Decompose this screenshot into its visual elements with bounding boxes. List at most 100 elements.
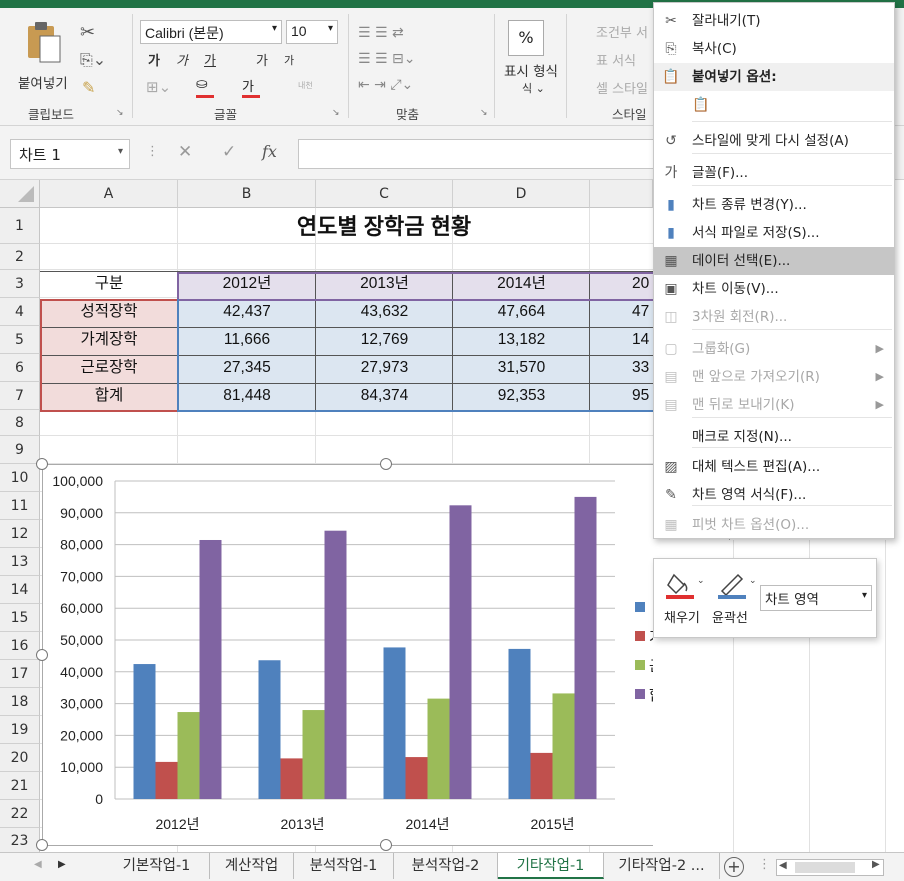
bold-button[interactable]: 가 (148, 50, 160, 69)
scroll-left-arrow-icon[interactable]: ◀ (779, 860, 787, 871)
menu-item-chart-type[interactable]: ▮ 차트 종류 변경(Y)... (654, 191, 894, 219)
menu-item-scissors[interactable]: ✂ 잘라내기(T) (654, 7, 894, 35)
scrollbar-thumb[interactable] (795, 862, 855, 873)
row-header[interactable]: 4 (0, 298, 40, 326)
resize-handle[interactable] (380, 458, 392, 470)
scroll-left-icon[interactable]: ◀ (34, 859, 42, 870)
sheet-tab[interactable]: 기타작업-2 ... (604, 853, 720, 879)
menu-item-select-data[interactable]: ▦ 데이터 선택(E)... (654, 247, 894, 275)
scroll-right-arrow-icon[interactable]: ▶ (872, 859, 880, 870)
menu-item-font[interactable]: 가 글꼴(F)... (654, 159, 894, 187)
conditional-format-button[interactable]: 조건부 서 (596, 22, 648, 41)
reset-style-icon: ↺ (665, 133, 677, 149)
row-header[interactable]: 23 (0, 828, 40, 854)
sheet-tab[interactable]: 기본작업-1 (104, 853, 210, 879)
row-header[interactable]: 3 (0, 270, 40, 298)
paste-button[interactable]: 붙여넣기 (10, 16, 78, 100)
fill-button[interactable]: ⌄ 채우기 (658, 567, 708, 627)
cell-styles-button[interactable]: 셀 스타일 (596, 78, 648, 97)
grow-font-button[interactable]: 가 (256, 50, 268, 69)
resize-handle[interactable] (36, 649, 48, 661)
column-header-d[interactable]: D (453, 180, 590, 208)
column-header-c[interactable]: C (316, 180, 453, 208)
outline-button[interactable]: ⌄ 윤곽선 (710, 567, 760, 627)
sheet-tab[interactable]: 기타작업-1 (498, 853, 604, 879)
sheet-tab[interactable]: 분석작업-2 (394, 853, 498, 879)
menu-item-alt-text[interactable]: ▨ 대체 텍스트 편집(A)... (654, 453, 894, 481)
underline-button[interactable]: 가 (204, 50, 216, 69)
bar-성적장학 (508, 648, 531, 799)
column-header-a[interactable]: A (40, 180, 178, 208)
row-header[interactable]: 17 (0, 660, 40, 688)
row-header[interactable]: 16 (0, 632, 40, 660)
dialog-launcher-icon[interactable]: ↘ (480, 108, 488, 118)
resize-handle[interactable] (380, 839, 392, 851)
row-header[interactable]: 18 (0, 688, 40, 716)
border-icon[interactable]: ⊞⌄ (146, 78, 171, 96)
resize-handle[interactable] (36, 458, 48, 470)
italic-button[interactable]: 가 (176, 50, 188, 69)
sheet-tab[interactable]: 계산작업 (210, 853, 294, 879)
cancel-icon[interactable]: ✕ (178, 142, 192, 162)
name-box[interactable]: 차트 1 ▾ (10, 139, 130, 169)
number-format-button[interactable]: 표시 형식 (504, 60, 558, 80)
row-header[interactable]: 11 (0, 492, 40, 520)
menu-item-paste-option[interactable]: 📋 (654, 91, 894, 125)
row-header[interactable]: 2 (0, 244, 40, 270)
chevron-down-icon: ▾ (117, 146, 123, 157)
menu-item-save-template[interactable]: ▮ 서식 파일로 저장(S)... (654, 219, 894, 247)
dialog-launcher-icon[interactable]: ↘ (332, 108, 340, 118)
row-header[interactable]: 8 (0, 410, 40, 436)
row-header[interactable]: 7 (0, 382, 40, 410)
menu-item-move-chart[interactable]: ▣ 차트 이동(V)... (654, 275, 894, 303)
chart-area[interactable]: 100,000 90,000 80,000 70,000 60,000 50,000 40,… (42, 464, 730, 846)
sheet-tab[interactable]: 분석작업-1 (294, 853, 394, 879)
format-painter-icon[interactable]: ✎ (82, 78, 95, 97)
row-header[interactable]: 12 (0, 520, 40, 548)
row-header[interactable]: 13 (0, 548, 40, 576)
row-header[interactable]: 14 (0, 576, 40, 604)
more-icon: ⋮ (146, 144, 159, 159)
menu-item-assign-macro[interactable]: 매크로 지정(N)... (654, 423, 894, 451)
shrink-font-button[interactable]: 가 (284, 52, 294, 68)
row-header[interactable]: 15 (0, 604, 40, 632)
row-header[interactable]: 6 (0, 354, 40, 382)
formula-input[interactable] (298, 139, 658, 169)
format-as-table-button[interactable]: 표 서식 (596, 50, 636, 69)
font-name-combo[interactable]: Calibri (본문) ▾ (140, 20, 282, 44)
insert-function-icon[interactable]: fx (262, 142, 277, 161)
alignment-icons[interactable]: ☰ ☰ ⇄ ☰ ☰ ⊟⌄ ⇤ ⇥ ⤢⌄ (358, 20, 415, 98)
font-size-combo[interactable]: 10 ▾ (286, 20, 338, 44)
font-color-button[interactable]: 가 (242, 76, 266, 98)
resize-handle[interactable] (36, 839, 48, 851)
menu-item-format-chart-area[interactable]: ✎ 차트 영역 서식(F)... (654, 481, 894, 509)
sheet-tab-bar: ◀ ▶ 기본작업-1 계산작업 분석작업-1 분석작업-2 기타작업-1 기타작업-2 .… (0, 852, 904, 881)
horizontal-scrollbar[interactable]: ◀ (776, 859, 884, 876)
fill-color-button[interactable]: ⛀ (196, 76, 220, 98)
row-header[interactable]: 22 (0, 800, 40, 828)
row-header[interactable]: 5 (0, 326, 40, 354)
scroll-right-icon[interactable]: ▶ (58, 859, 66, 870)
dialog-launcher-icon[interactable]: ↘ (116, 108, 124, 118)
phonetic-button[interactable]: 내천 (298, 80, 313, 91)
column-header-e[interactable] (590, 180, 653, 208)
mini-toolbar: ⌄ 채우기 ⌄ 윤곽선 차트 영역 ▾ (653, 558, 877, 638)
row-header[interactable]: 9 (0, 436, 40, 464)
row-header[interactable]: 21 (0, 772, 40, 800)
copy-icon[interactable]: ⎘⌄ (80, 50, 106, 70)
menu-item-copy[interactable]: ⎘ 복사(C) (654, 35, 894, 63)
chart-element-dropdown[interactable]: 차트 영역 ▾ (760, 585, 872, 611)
percent-button[interactable]: % (508, 20, 544, 56)
new-sheet-button[interactable]: + (724, 857, 744, 877)
menu-item-reset-style[interactable]: ↺ 스타일에 맞게 다시 설정(A) (654, 127, 894, 155)
row-header[interactable]: 10 (0, 464, 40, 492)
row-header[interactable]: 19 (0, 716, 40, 744)
row-header[interactable]: 20 (0, 744, 40, 772)
enter-icon[interactable]: ✓ (222, 142, 236, 162)
sheet-title[interactable]: 연도별 장학금 현황 (178, 210, 590, 244)
row-header[interactable]: 1 (0, 208, 40, 244)
cut-icon[interactable]: ✂ (80, 22, 95, 43)
table-header-cell[interactable]: 구분 (40, 270, 178, 298)
column-header-b[interactable]: B (178, 180, 316, 208)
select-all-corner[interactable] (0, 180, 40, 208)
